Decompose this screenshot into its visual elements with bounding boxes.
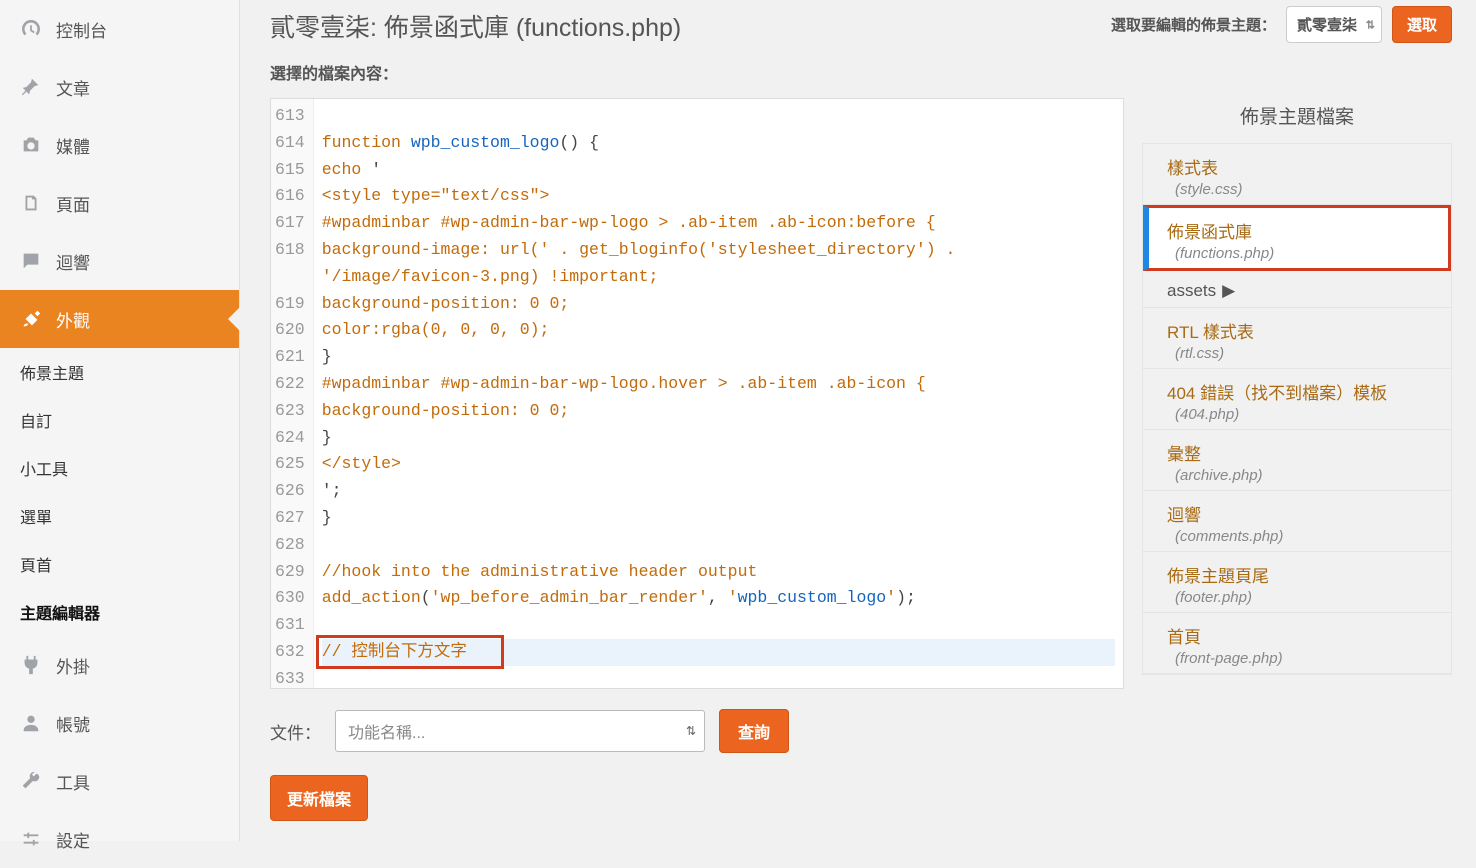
sidebar-label: 頁面	[56, 191, 90, 216]
editor-column: 613614615616617618 619620621622623624625…	[270, 98, 1124, 821]
theme-select-label: 選取要編輯的佈景主題：	[1111, 14, 1276, 35]
sidebar-label: 外掛	[56, 653, 90, 678]
wrench-icon	[18, 768, 44, 794]
theme-files-panel: 佈景主題檔案 樣式表(style.css)佈景函式庫(functions.php…	[1142, 98, 1452, 821]
sidebar-item-comments[interactable]: 迴響	[0, 232, 239, 290]
file-item[interactable]: 首頁(front-page.php)	[1143, 613, 1451, 674]
header-row: 貳零壹柒: 佈景函式庫 (functions.php) 選取要編輯的佈景主題： …	[270, 0, 1452, 58]
chevron-right-icon: ▶	[1222, 281, 1235, 301]
file-item[interactable]: 佈景函式庫(functions.php)	[1143, 205, 1451, 271]
sidebar-subitems: 佈景主題 自訂 小工具 選單 頁首 主題編輯器	[0, 348, 239, 636]
comment-icon	[18, 248, 44, 274]
theme-dropdown[interactable]: 貳零壹柒	[1286, 6, 1382, 43]
select-theme-button[interactable]: 選取	[1392, 6, 1452, 43]
sidebar-label: 迴響	[56, 249, 90, 274]
sidebar-label: 文章	[56, 75, 90, 100]
plug-icon	[18, 652, 44, 678]
sidebar-item-appearance[interactable]: 外觀	[0, 290, 239, 348]
sidebar-item-posts[interactable]: 文章	[0, 58, 239, 116]
file-item[interactable]: 404 錯誤（找不到檔案）模板(404.php)	[1143, 369, 1451, 430]
admin-sidebar: 控制台 文章 媒體 頁面 迴響	[0, 0, 240, 841]
app-root: 控制台 文章 媒體 頁面 迴響	[0, 0, 1476, 841]
body-row: 613614615616617618 619620621622623624625…	[270, 98, 1452, 821]
content-subtitle: 選擇的檔案內容：	[270, 60, 1452, 84]
sidebar-label: 控制台	[56, 17, 107, 42]
user-icon	[18, 710, 44, 736]
function-dropdown[interactable]: 功能名稱...	[335, 710, 705, 752]
sidebar-item-users[interactable]: 帳號	[0, 694, 239, 752]
subitem-header[interactable]: 頁首	[0, 540, 239, 588]
sidebar-label: 帳號	[56, 711, 90, 736]
sidebar-item-media[interactable]: 媒體	[0, 116, 239, 174]
pin-icon	[18, 74, 44, 100]
theme-file-list: 樣式表(style.css)佈景函式庫(functions.php)assets…	[1142, 143, 1452, 675]
update-row: 更新檔案	[270, 775, 1124, 821]
subitem-editor[interactable]: 主題編輯器	[0, 588, 239, 636]
sidebar-label: 媒體	[56, 133, 90, 158]
sidebar-item-settings[interactable]: 設定	[0, 810, 239, 868]
theme-files-title: 佈景主題檔案	[1142, 98, 1452, 143]
sidebar-item-plugins[interactable]: 外掛	[0, 636, 239, 694]
subitem-widgets[interactable]: 小工具	[0, 444, 239, 492]
sidebar-label: 外觀	[56, 307, 90, 332]
page-title: 貳零壹柒: 佈景函式庫 (functions.php)	[270, 8, 681, 44]
dashboard-icon	[18, 16, 44, 42]
sidebar-item-dashboard[interactable]: 控制台	[0, 0, 239, 58]
subitem-themes[interactable]: 佈景主題	[0, 348, 239, 396]
doc-label: 文件：	[270, 719, 321, 744]
file-item[interactable]: 彙整(archive.php)	[1143, 430, 1451, 491]
pages-icon	[18, 190, 44, 216]
settings-icon	[18, 826, 44, 852]
sidebar-label: 設定	[56, 827, 90, 852]
file-item[interactable]: 樣式表(style.css)	[1143, 144, 1451, 205]
doc-lookup-row: 文件： 功能名稱... 查詢	[270, 709, 1124, 753]
query-button[interactable]: 查詢	[719, 709, 789, 753]
file-item[interactable]: assets ▶	[1143, 271, 1451, 308]
code-editor[interactable]: 613614615616617618 619620621622623624625…	[270, 98, 1124, 689]
camera-icon	[18, 132, 44, 158]
brush-icon	[18, 306, 44, 332]
sidebar-item-tools[interactable]: 工具	[0, 752, 239, 810]
line-gutter: 613614615616617618 619620621622623624625…	[271, 99, 314, 688]
update-file-button[interactable]: 更新檔案	[270, 775, 368, 821]
file-item[interactable]: 迴響(comments.php)	[1143, 491, 1451, 552]
code-area[interactable]: function wpb_custom_logo() {echo '<style…	[314, 99, 1123, 688]
subitem-menus[interactable]: 選單	[0, 492, 239, 540]
sidebar-label: 工具	[56, 769, 90, 794]
sidebar-item-pages[interactable]: 頁面	[0, 174, 239, 232]
main-content: 貳零壹柒: 佈景函式庫 (functions.php) 選取要編輯的佈景主題： …	[240, 0, 1476, 841]
file-item[interactable]: RTL 樣式表(rtl.css)	[1143, 308, 1451, 369]
theme-select-row: 選取要編輯的佈景主題： 貳零壹柒 選取	[1111, 6, 1452, 43]
file-item[interactable]: 佈景主題頁尾(footer.php)	[1143, 552, 1451, 613]
subitem-customize[interactable]: 自訂	[0, 396, 239, 444]
